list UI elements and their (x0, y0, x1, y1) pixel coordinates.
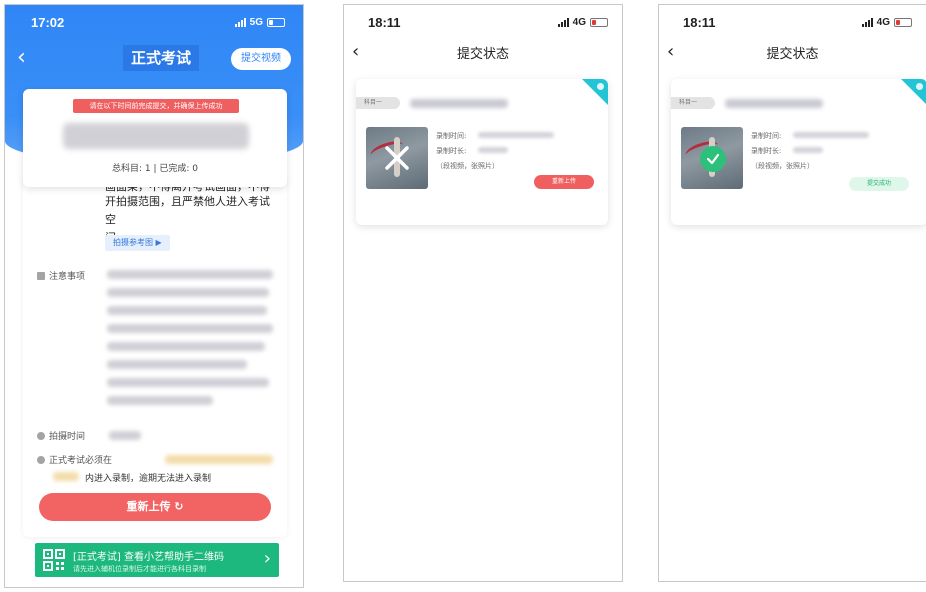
instruction-line-1: 开拍摄范围，且严禁他人进入考试空 (105, 195, 270, 226)
media-counts: （段视频，张照片） (436, 162, 499, 170)
corner-badge-icon (597, 83, 604, 90)
clock-icon (37, 431, 45, 440)
status-time: 18:11 (368, 14, 401, 30)
subject-tag: 科目一 (671, 97, 715, 109)
submit-status-failed-screen: 18:11 4G ‹ 提交状态 科目一 录制时间: 录制时长: （段视频，张照片… (343, 4, 623, 582)
notes-blurred-line (107, 288, 269, 297)
must-deadline-blurred (53, 472, 79, 481)
reupload-button[interactable]: 重新上传 (534, 175, 594, 189)
qr-code-icon (43, 549, 65, 571)
exam-phone-screen: 17:02 5G ‹ 正式考试 提交视频 请在以下时间前完成提交，并确保上传成功… (4, 4, 304, 588)
nav-bar: ‹ 正式考试 提交视频 (5, 41, 303, 77)
shoot-time-blurred (109, 431, 141, 440)
status-time: 17:02 (31, 14, 65, 30)
shoot-time-label-text: 拍摄时间 (49, 432, 86, 442)
nav-bar: ‹ 提交状态 (344, 39, 622, 69)
notes-label-text: 注意事项 (49, 272, 86, 282)
record-time-label: 录制时间: (436, 132, 467, 140)
signal-icon (861, 17, 873, 27)
notes-blurred-line (107, 378, 269, 387)
must-suffix: 内进入录制，逾期无法进入录制 (85, 474, 212, 484)
reupload-button[interactable]: 重新上传 ↻ (39, 493, 271, 521)
page-title: 正式考试 (123, 45, 199, 71)
check-icon (706, 153, 720, 165)
status-bar: 17:02 5G (5, 5, 303, 39)
subject-tag: 科目一 (356, 97, 400, 109)
corner-badge (901, 79, 926, 105)
status-bar: 18:11 4G (659, 5, 926, 39)
must-label: 正式考试必须在 (37, 453, 112, 466)
video-thumbnail[interactable] (681, 127, 743, 189)
status-time: 18:11 (683, 14, 716, 30)
media-counts: （段视频，张照片） (751, 162, 814, 170)
battery-icon (267, 17, 285, 27)
signal-icon (557, 17, 569, 27)
must-label-text: 正式考试必须在 (49, 456, 113, 466)
banner-subtitle: 请先进入辅机位录制后才能进行各科目录制 (73, 565, 206, 573)
check-circle-icon (700, 146, 726, 172)
status-bar: 18:11 4G (344, 5, 622, 39)
submit-success-badge: 提交成功 (849, 177, 909, 191)
notes-label: 注意事项 (37, 269, 85, 282)
record-duration-label: 录制时长: (436, 147, 467, 155)
battery-icon (894, 17, 912, 27)
corner-badge-icon (916, 83, 923, 90)
notes-blurred-line (107, 342, 265, 351)
subject-name-blurred (410, 99, 508, 108)
network-type: 4G (876, 16, 890, 28)
video-thumbnail[interactable] (366, 127, 428, 189)
deadline-date-blurred (63, 123, 249, 149)
signal-icon (234, 17, 246, 27)
record-duration-label: 录制时长: (751, 147, 782, 155)
record-duration-blurred (478, 147, 508, 153)
notes-blurred-line (107, 270, 273, 279)
battery-icon (590, 17, 608, 27)
notes-blurred-line (107, 360, 247, 369)
notes-blurred-line (107, 306, 267, 315)
chevron-right-icon: › (263, 548, 271, 569)
corner-badge (582, 79, 608, 105)
exam-instructions-card: 画面架，不得离开考试画面，不得离 开拍摄范围，且严禁他人进入考试空 间。 拍摄参… (23, 177, 287, 537)
page-title: 提交状态 (456, 47, 509, 62)
nav-bar: ‹ 提交状态 (659, 39, 926, 69)
record-duration-blurred (793, 147, 823, 153)
must-deadline-blurred (165, 455, 273, 464)
qr-helper-banner[interactable]: [正式考试] 查看小艺帮助手二维码 请先进入辅机位录制后才能进行各科目录制 › (35, 543, 279, 577)
banner-title: [正式考试] 查看小艺帮助手二维码 (73, 552, 224, 563)
notes-blurred-line (107, 396, 213, 405)
deadline-card: 请在以下时间前完成提交，并确保上传成功 总科目: 1 | 已完成: 0 (23, 89, 287, 187)
record-time-label: 录制时间: (751, 132, 782, 140)
subject-name-blurred (725, 99, 823, 108)
notes-icon (37, 271, 45, 280)
submit-video-button[interactable]: 提交视频 (231, 48, 291, 70)
page-title: 提交状态 (766, 47, 819, 62)
submission-card: 科目一 录制时间: 录制时长: （段视频，张照片） 重新上传 (356, 79, 608, 225)
close-icon (385, 146, 409, 170)
reference-image-button[interactable]: 拍摄参考图 ▶ (105, 235, 170, 251)
submission-card: 科目一 录制时间: 录制时长: （段视频，张照片） 提交成功 (671, 79, 926, 225)
network-type: 5G (249, 16, 263, 28)
shoot-time-label: 拍摄时间 (37, 429, 85, 442)
info-icon (37, 455, 45, 464)
record-time-blurred (793, 132, 869, 138)
deadline-tip: 请在以下时间前完成提交，并确保上传成功 (73, 99, 239, 113)
network-type: 4G (572, 16, 586, 28)
submit-status-success-screen: 18:11 4G ‹ 提交状态 科目一 录制时间: 录制时长: （段视频，张照片… (658, 4, 926, 582)
notes-blurred-line (107, 324, 273, 333)
record-time-blurred (478, 132, 554, 138)
subject-stats: 总科目: 1 | 已完成: 0 (112, 164, 198, 174)
back-icon[interactable]: ‹ (17, 45, 26, 70)
